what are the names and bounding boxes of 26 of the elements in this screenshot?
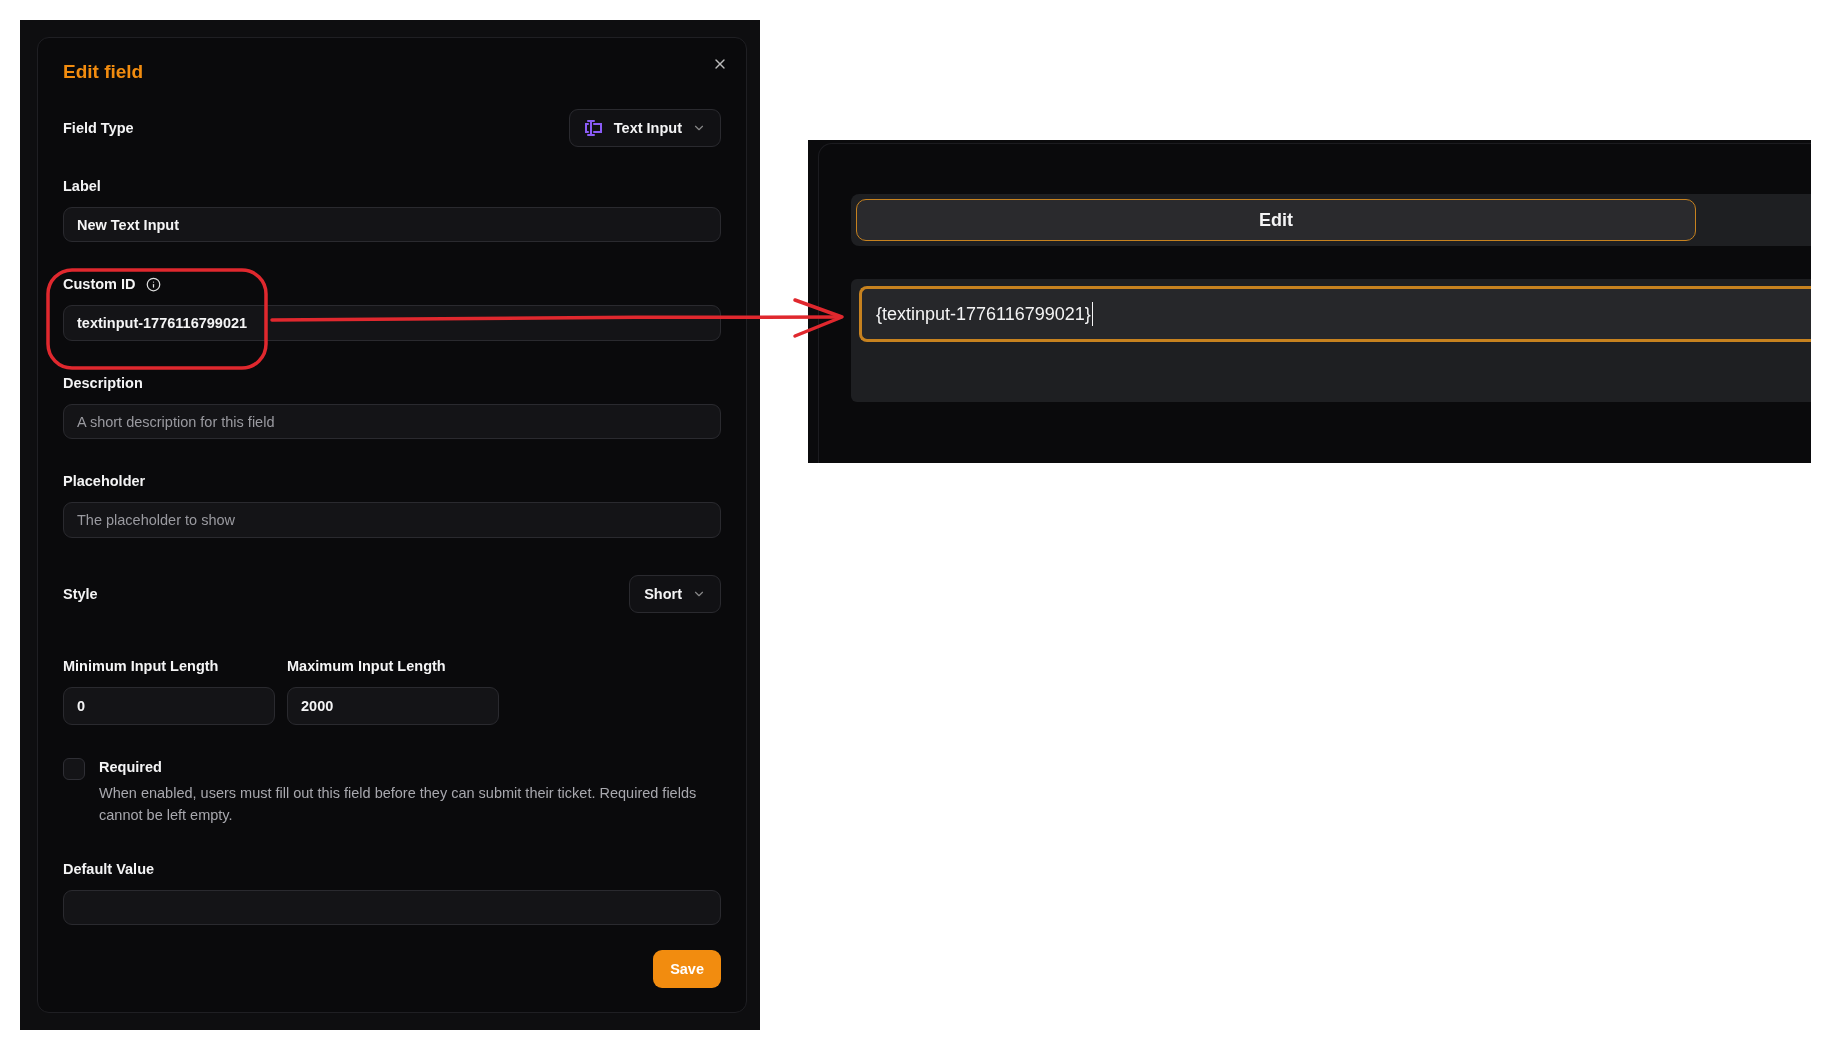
text-cursor-icon [583, 119, 604, 137]
field-label: Minimum Input Length [63, 656, 220, 675]
input-field[interactable]: 0 [63, 686, 275, 725]
input-field[interactable]: textinput-1776116799021 [63, 305, 721, 341]
field-label: Label [63, 177, 101, 195]
field-label: Placeholder [63, 472, 146, 491]
checkbox-label: Required [99, 757, 163, 776]
checkbox[interactable] [63, 757, 85, 780]
dialog-title: Edit field [63, 60, 145, 84]
input-field[interactable]: {textinput-1776116799021} [859, 286, 1811, 342]
field-label: Maximum Input Length [287, 656, 447, 675]
input-field[interactable]: The placeholder to show [63, 502, 721, 538]
field-label: Default Value [63, 859, 155, 878]
input-field[interactable]: New Text Input [63, 207, 721, 243]
field-label: Description [63, 373, 143, 392]
field-label: Field Type [63, 119, 134, 137]
field-type-select[interactable]: Text Input [568, 109, 721, 147]
info-icon[interactable] [145, 276, 161, 292]
input-field[interactable]: A short description for this field [63, 403, 721, 440]
help-text: When enabled, users must fill out this field before they can submit their ticket. Required fields cannot be left empty. [99, 783, 698, 825]
style-select[interactable]: Short [629, 574, 721, 613]
edit-button[interactable]: Edit [856, 199, 1696, 241]
field-label: Style [63, 584, 98, 603]
input-field[interactable]: 2000 [287, 686, 499, 725]
input-field[interactable] [63, 889, 721, 926]
field-label: Custom ID [63, 275, 136, 294]
